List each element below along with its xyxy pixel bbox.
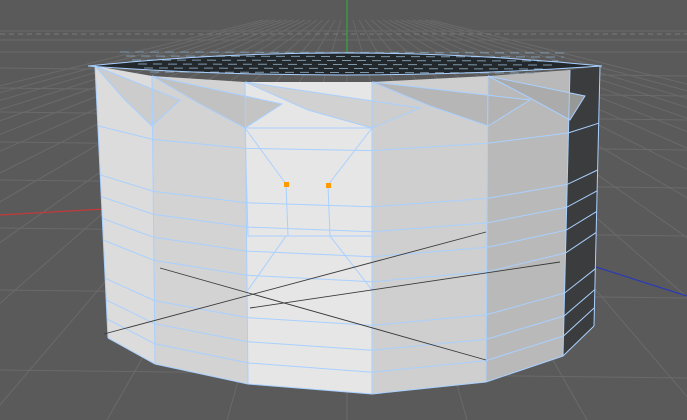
selected-point[interactable] bbox=[326, 183, 331, 188]
selected-point[interactable] bbox=[284, 182, 289, 187]
viewport-canvas[interactable] bbox=[0, 0, 687, 420]
cylinder-side-faces bbox=[95, 66, 600, 394]
editor-viewport[interactable] bbox=[0, 0, 687, 420]
x-axis-line bbox=[0, 208, 105, 216]
